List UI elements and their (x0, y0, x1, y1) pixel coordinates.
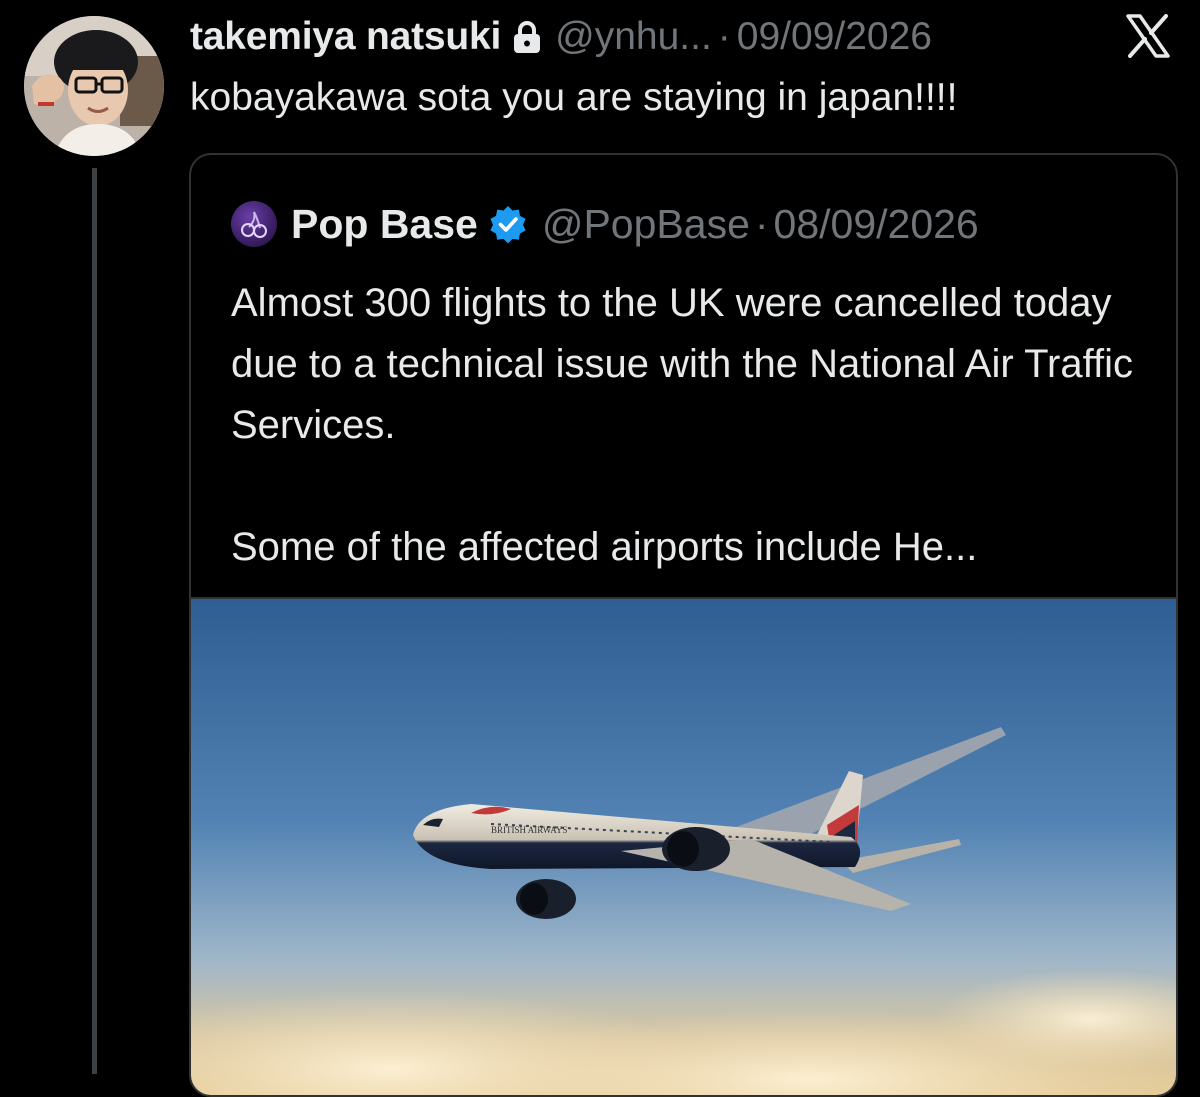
display-name[interactable]: takemiya natsuki (190, 15, 501, 59)
quote-paragraph: Almost 300 flights to the UK were cancel… (231, 281, 1133, 447)
tweet-header: takemiya natsuki @ynhu... · 09/09/2026 (190, 12, 932, 62)
timestamp[interactable]: 09/09/2026 (737, 15, 932, 59)
livery-text: BRITISH AIRWAYS (491, 825, 567, 835)
handle[interactable]: @ynhu... (555, 15, 712, 59)
quote-header: Pop Base @PopBase · 08/09/2026 (231, 199, 979, 249)
quote-separator-dot: · (754, 200, 769, 247)
cherry-icon[interactable] (231, 201, 277, 247)
thread-line (92, 168, 97, 1074)
quote-display-name[interactable]: Pop Base (291, 201, 478, 248)
airplane-photo: BRITISH AIRWAYS (191, 599, 1176, 1095)
separator-dot: · (717, 15, 731, 58)
avatar-photo (24, 16, 164, 156)
x-logo-icon (1126, 14, 1170, 58)
quote-media-image[interactable]: BRITISH AIRWAYS (191, 597, 1176, 1095)
tweet-text: kobayakawa sota you are staying in japan… (190, 76, 958, 119)
quote-paragraph: Some of the affected airports include He… (231, 525, 978, 569)
quote-card[interactable]: Pop Base @PopBase · 08/09/2026 Almost 30… (189, 153, 1178, 1097)
quote-timestamp[interactable]: 08/09/2026 (774, 201, 979, 248)
quote-body: Almost 300 flights to the UK were cancel… (231, 273, 1151, 578)
avatar[interactable] (24, 16, 164, 156)
lock-icon (513, 20, 541, 54)
verified-badge-icon (488, 204, 528, 244)
quote-handle[interactable]: @PopBase (542, 201, 750, 248)
